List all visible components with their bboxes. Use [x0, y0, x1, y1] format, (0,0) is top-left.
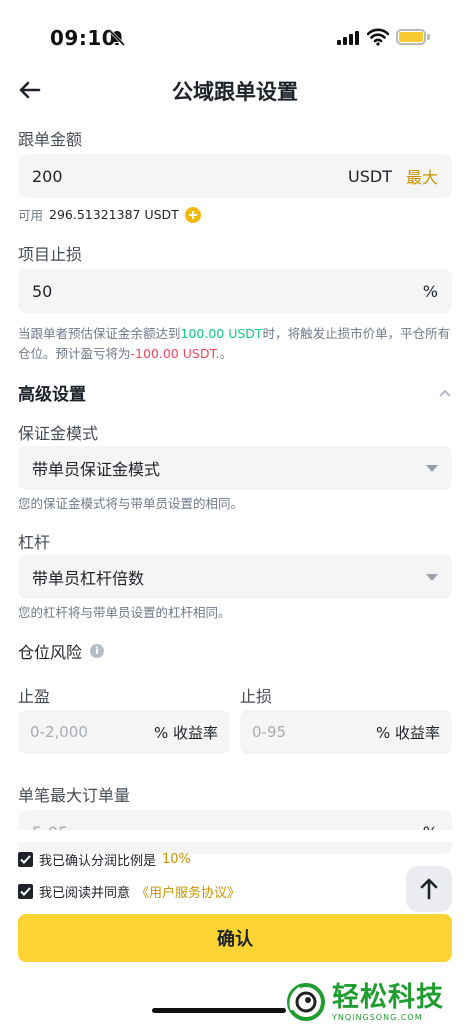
terms-text: 我已阅读并同意	[39, 886, 131, 901]
scroll-to-top-button[interactable]	[406, 866, 452, 912]
terms-agreement-row[interactable]: 我已阅读并同意 《用户服务协议》	[18, 882, 240, 901]
hint-green-value: 100.00 USDT	[180, 326, 263, 341]
ratio-value: 10%	[162, 852, 191, 867]
leverage-label: 杠杆	[18, 533, 51, 552]
amount-label: 跟单金额	[18, 130, 83, 149]
leverage-value: 带单员杠杆倍数	[32, 569, 145, 588]
take-profit-label: 止盈	[18, 687, 51, 706]
available-prefix: 可用	[18, 208, 44, 223]
hint-text-1: 当跟单者预估保证金余额达到	[18, 326, 181, 341]
stop-loss-value: 50	[32, 281, 53, 301]
available-value: 296.51321387 USDT	[49, 207, 179, 222]
hint-text-3: 。	[219, 346, 233, 361]
stop-loss-hint: 当跟单者预估保证金余额达到100.00 USDT时，将触发止损市价单，平仓所有仓…	[18, 324, 452, 364]
page-title: 公域跟单设置	[172, 80, 298, 104]
home-indicator[interactable]	[152, 1008, 286, 1013]
stop-loss-label: 项目止损	[18, 245, 83, 264]
bell-muted-icon	[108, 29, 126, 47]
amount-value: 200	[32, 166, 63, 186]
wifi-icon	[367, 28, 389, 46]
ratio-agreement-row[interactable]: 我已确认分润比例是 10%	[18, 850, 191, 869]
leverage-select[interactable]: 带单员杠杆倍数	[18, 555, 452, 599]
margin-mode-hint: 您的保证金模式将与带单员设置的相同。	[18, 496, 244, 511]
add-funds-button[interactable]	[184, 206, 201, 223]
risk-header: 仓位风险 i	[18, 639, 105, 663]
info-icon[interactable]: i	[90, 644, 105, 658]
risk-stop-loss-placeholder: 0-95	[252, 723, 287, 741]
plus-icon	[188, 210, 197, 219]
amount-input[interactable]: 200 USDT 最大	[18, 154, 452, 198]
watermark-subtext: YNQINGSONG.COM	[332, 1012, 423, 1022]
margin-mode-select[interactable]: 带单员保证金模式	[18, 446, 452, 490]
checkmark-icon	[20, 855, 31, 864]
amount-unit: USDT	[348, 166, 392, 186]
checkmark-icon	[20, 887, 31, 896]
hint-red-value: -100.00 USDT.	[130, 346, 220, 361]
arrow-up-icon	[420, 878, 438, 900]
stop-loss-unit: %	[422, 281, 438, 301]
margin-mode-value: 带单员保证金模式	[32, 460, 161, 479]
max-order-label: 单笔最大订单量	[18, 786, 131, 805]
max-button[interactable]: 最大	[406, 164, 438, 188]
risk-stop-loss-unit: % 收益率	[375, 723, 440, 742]
terms-link[interactable]: 《用户服务协议》	[136, 882, 240, 901]
leverage-hint: 您的杠杆将与带单员设置的杠杆相同。	[18, 605, 231, 620]
scroll-cutoff	[0, 830, 470, 842]
signal-icon	[337, 31, 359, 45]
stop-loss-input[interactable]: 50 %	[18, 269, 452, 313]
battery-tip	[427, 34, 430, 40]
confirm-button[interactable]: 确认	[18, 914, 452, 962]
available-row: 可用 296.51321387 USDT	[18, 205, 201, 224]
battery-icon	[396, 29, 426, 45]
ratio-text: 我已确认分润比例是	[39, 854, 157, 869]
ratio-checkbox[interactable]	[18, 852, 33, 867]
take-profit-unit: % 收益率	[153, 723, 218, 742]
margin-mode-label: 保证金模式	[18, 424, 99, 443]
take-profit-placeholder: 0-2,000	[30, 723, 88, 741]
advanced-settings-toggle[interactable]: 高级设置	[18, 380, 452, 405]
advanced-label: 高级设置	[18, 385, 86, 405]
risk-label: 仓位风险	[18, 643, 83, 662]
risk-stop-loss-input[interactable]: 0-95 % 收益率	[240, 710, 452, 754]
risk-stop-loss-label: 止损	[240, 687, 273, 706]
status-time: 09:10	[50, 26, 117, 50]
caret-down-icon	[426, 573, 438, 581]
watermark-logo-icon	[287, 983, 325, 1021]
take-profit-input[interactable]: 0-2,000 % 收益率	[18, 710, 230, 754]
chevron-up-icon	[439, 389, 451, 397]
watermark: 轻松科技 YNQINGSONG.COM	[286, 980, 466, 1024]
caret-down-icon	[426, 464, 438, 472]
terms-checkbox[interactable]	[18, 884, 33, 899]
watermark-text: 轻松科技	[332, 981, 444, 1013]
